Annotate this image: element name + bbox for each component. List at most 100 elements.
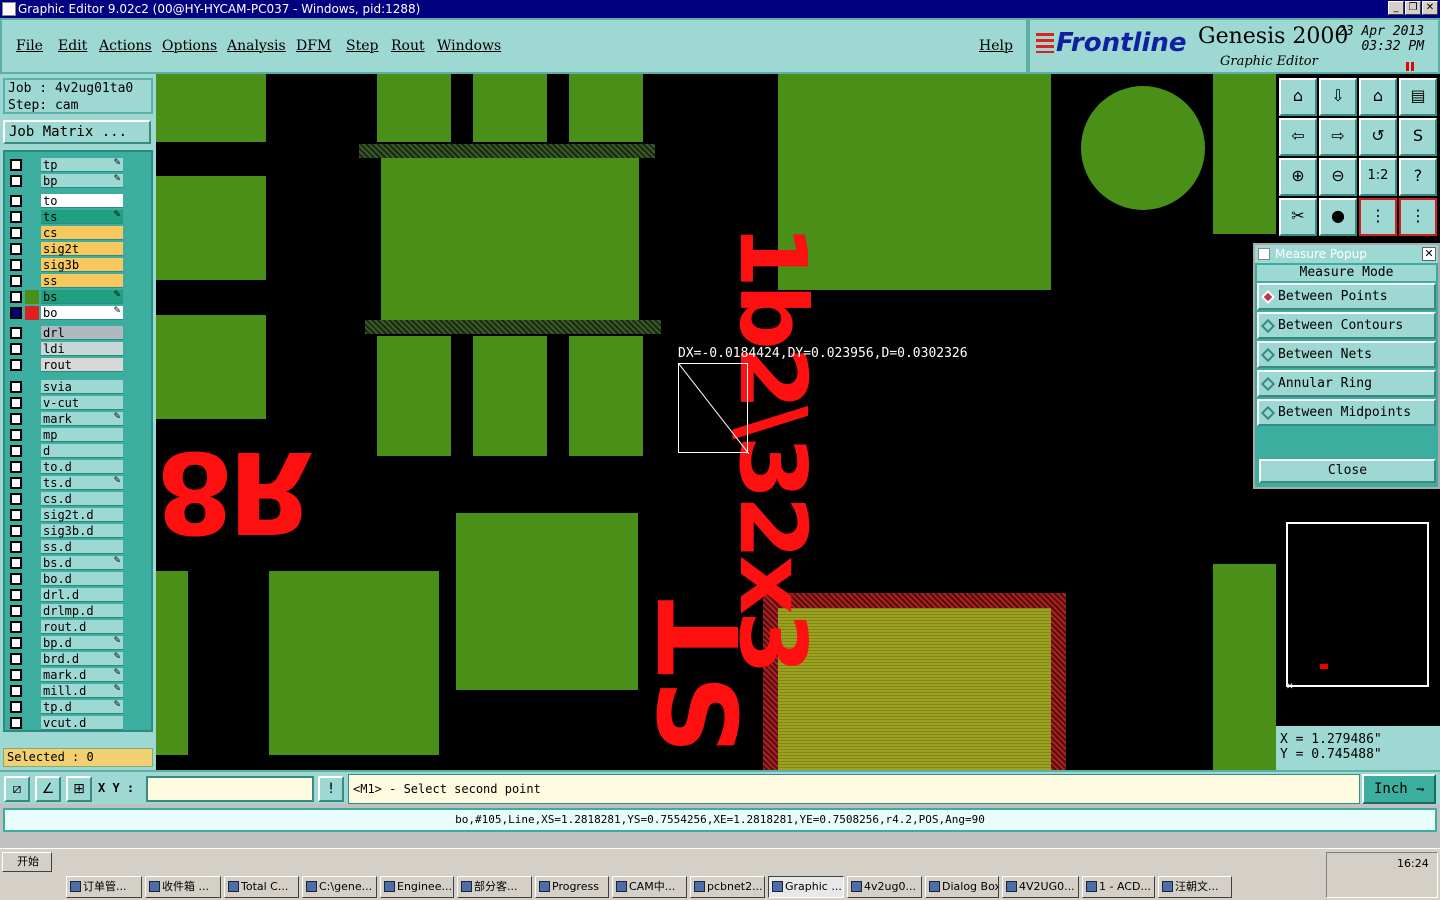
pan-right-icon[interactable]: ⇨ xyxy=(1319,118,1357,156)
grid-icon[interactable]: ⊞ xyxy=(66,776,92,802)
layer-row-brd.d[interactable]: brd.d ✎ xyxy=(7,652,123,666)
layer-color-swatch[interactable] xyxy=(25,226,39,240)
close-button[interactable]: Close xyxy=(1259,459,1436,483)
measure-option-between-midpoints[interactable]: Between Midpoints xyxy=(1257,399,1436,426)
layer-checkbox[interactable] xyxy=(10,573,22,585)
radio-icon[interactable] xyxy=(1260,289,1276,304)
layer-checkbox[interactable] xyxy=(10,343,22,355)
layer-name[interactable]: vcut.d xyxy=(41,716,123,730)
undo-zoom-icon[interactable]: ↺ xyxy=(1359,118,1397,156)
layer-color-swatch[interactable] xyxy=(25,652,39,666)
layer-color-swatch[interactable] xyxy=(25,342,39,356)
layer-name[interactable]: cs xyxy=(41,226,123,240)
layer-color-swatch[interactable] xyxy=(25,258,39,272)
overview-map[interactable]: ✕ xyxy=(1286,522,1429,692)
layer-row-ss.d[interactable]: ss.d xyxy=(7,540,123,554)
menu-file[interactable]: File xyxy=(16,38,43,54)
layer-name[interactable]: mill.d xyxy=(41,684,123,698)
layer-row-tp[interactable]: tp ✎ xyxy=(7,158,123,172)
layer-row-bo.d[interactable]: bo.d xyxy=(7,572,123,586)
layer-checkbox[interactable] xyxy=(10,381,22,393)
taskbar-button[interactable]: 4V2UG0... xyxy=(1002,876,1079,898)
probe-icon[interactable]: ● xyxy=(1319,198,1357,236)
layer-row-bp[interactable]: bp ✎ xyxy=(7,174,123,188)
layer-name[interactable]: ldi xyxy=(41,342,123,356)
layer-checkbox[interactable] xyxy=(10,211,22,223)
layer-row-drl.d[interactable]: drl.d xyxy=(7,588,123,602)
xy-input[interactable] xyxy=(146,776,314,802)
layer-row-ldi[interactable]: ldi xyxy=(7,342,123,356)
radio-icon[interactable] xyxy=(1260,347,1276,362)
home-view-icon[interactable]: ⌂ xyxy=(1359,78,1397,116)
taskbar-button[interactable]: Dialog Box xyxy=(925,876,999,898)
pan-left-icon[interactable]: ⇦ xyxy=(1279,118,1317,156)
layer-name[interactable]: to xyxy=(41,194,123,208)
layer-checkbox[interactable] xyxy=(10,653,22,665)
layer-checkbox[interactable] xyxy=(10,509,22,521)
layer-name[interactable]: svia xyxy=(41,380,123,394)
measure-option-annular-ring[interactable]: Annular Ring xyxy=(1257,370,1436,397)
layer-name[interactable]: sig2t.d xyxy=(41,508,123,522)
alert-icon[interactable]: ! xyxy=(318,776,344,802)
layer-name[interactable]: tp.d xyxy=(41,700,123,714)
layer-checkbox[interactable] xyxy=(10,175,22,187)
layer-color-swatch[interactable] xyxy=(25,412,39,426)
layer-checkbox[interactable] xyxy=(10,413,22,425)
menu-rout[interactable]: Rout xyxy=(391,38,425,54)
layer-color-swatch[interactable] xyxy=(25,274,39,288)
menu-options[interactable]: Options xyxy=(162,38,217,54)
layer-checkbox[interactable] xyxy=(10,275,22,287)
layer-row-sig3b.d[interactable]: sig3b.d xyxy=(7,524,123,538)
layer-name[interactable]: bs.d xyxy=(41,556,123,570)
start-button[interactable]: 开始 xyxy=(2,852,52,872)
layer-checkbox[interactable] xyxy=(10,557,22,569)
layer-checkbox[interactable] xyxy=(10,477,22,489)
layer-color-swatch[interactable] xyxy=(25,194,39,208)
layer-row-v-cut[interactable]: v-cut xyxy=(7,396,123,410)
layer-color-swatch[interactable] xyxy=(25,684,39,698)
layer-color-swatch[interactable] xyxy=(25,604,39,618)
menu-help[interactable]: Help xyxy=(979,38,1013,54)
layer-checkbox[interactable] xyxy=(10,307,22,319)
layer-checkbox[interactable] xyxy=(10,259,22,271)
layer-row-rout.d[interactable]: rout.d xyxy=(7,620,123,634)
layer-name[interactable]: bo.d xyxy=(41,572,123,586)
zoom-out-icon[interactable]: ⊖ xyxy=(1319,158,1357,196)
taskbar-button[interactable]: Enginee... xyxy=(380,876,454,898)
layer-name[interactable]: ss xyxy=(41,274,123,288)
snap-icon[interactable]: ⧄ xyxy=(4,776,30,802)
layer-color-swatch[interactable] xyxy=(25,242,39,256)
taskbar-button[interactable]: 收件箱 ... xyxy=(145,876,221,898)
taskbar-button[interactable]: Graphic ... xyxy=(768,876,844,898)
layer-checkbox[interactable] xyxy=(10,589,22,601)
layer-row-d[interactable]: d xyxy=(7,444,123,458)
layer-name[interactable]: bo xyxy=(41,306,123,320)
layer-checkbox[interactable] xyxy=(10,291,22,303)
tools-icon[interactable]: ✂ xyxy=(1279,198,1317,236)
layer-checkbox[interactable] xyxy=(10,227,22,239)
layer-name[interactable]: bp xyxy=(41,174,123,188)
zoom-home-icon[interactable]: ⌂ xyxy=(1279,78,1317,116)
layer-name[interactable]: v-cut xyxy=(41,396,123,410)
menu-dfm[interactable]: DFM xyxy=(296,38,331,54)
layer-row-to[interactable]: to xyxy=(7,194,123,208)
layer-name[interactable]: rout.d xyxy=(41,620,123,634)
net-icon[interactable]: ⋮ xyxy=(1359,198,1397,236)
layer-row-ts[interactable]: ts ✎ xyxy=(7,210,123,224)
taskbar-button[interactable]: Total C... xyxy=(224,876,299,898)
layer-checkbox[interactable] xyxy=(10,605,22,617)
layer-name[interactable]: drl.d xyxy=(41,588,123,602)
layer-row-ts.d[interactable]: ts.d ✎ xyxy=(7,476,123,490)
menu-step[interactable]: Step xyxy=(346,38,378,54)
scale-1-2-icon[interactable]: 1:2 xyxy=(1359,158,1397,196)
layer-row-mp[interactable]: mp xyxy=(7,428,123,442)
layer-color-swatch[interactable] xyxy=(25,636,39,650)
measure-option-between-nets[interactable]: Between Nets xyxy=(1257,341,1436,368)
pan-down-icon[interactable]: ⇩ xyxy=(1319,78,1357,116)
layer-row-to.d[interactable]: to.d xyxy=(7,460,123,474)
minimize-button[interactable]: _ xyxy=(1388,1,1404,15)
layer-name[interactable]: brd.d xyxy=(41,652,123,666)
layer-row-bs[interactable]: bs ✎ xyxy=(7,290,123,304)
layer-row-bs.d[interactable]: bs.d ✎ xyxy=(7,556,123,570)
redraw-icon[interactable]: S xyxy=(1399,118,1437,156)
